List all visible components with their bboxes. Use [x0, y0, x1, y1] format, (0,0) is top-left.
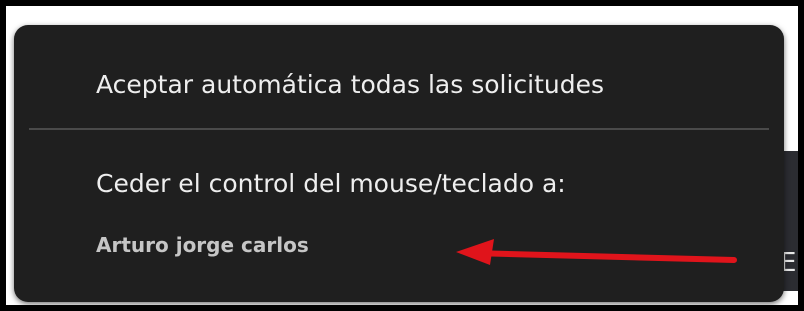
- menu-item-accept-all-requests[interactable]: Aceptar automática todas las solicitudes: [96, 72, 604, 97]
- red-arrow-icon: [456, 239, 737, 265]
- menu-item-give-control-heading: Ceder el control del mouse/teclado a:: [96, 169, 566, 198]
- participant-item[interactable]: Arturo jorge carlos: [96, 235, 309, 255]
- control-context-menu: Aceptar automática todas las solicitudes…: [14, 25, 784, 302]
- menu-divider: [29, 128, 769, 130]
